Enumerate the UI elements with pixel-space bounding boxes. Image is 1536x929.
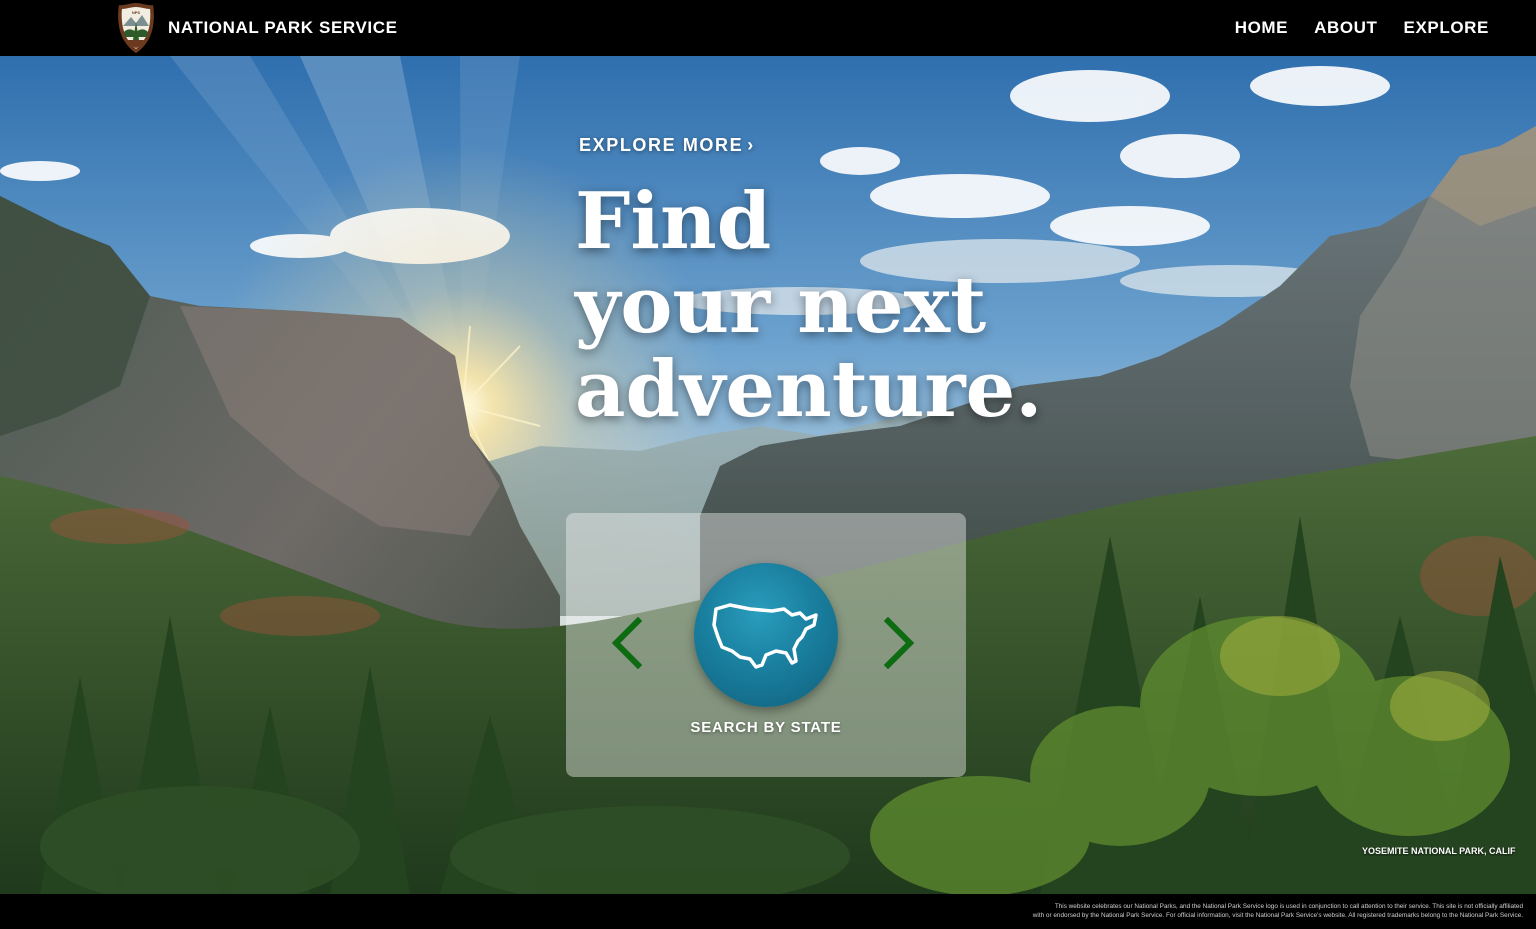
footer-disclaimer-line-1: This website celebrates our National Par… xyxy=(1054,903,1523,910)
footer-disclaimer-line-2: with or endorsed by the National Park Se… xyxy=(1032,912,1523,919)
nps-arrowhead-logo-icon: NPS xyxy=(118,3,154,53)
nav-home-link[interactable]: HOME xyxy=(1235,18,1288,38)
explore-more-label: EXPLORE MORE xyxy=(579,135,744,155)
us-map-icon xyxy=(712,603,818,669)
photo-caption: YOSEMITE NATIONAL PARK, CALIF xyxy=(1362,846,1516,856)
top-nav-bar: NPS NATIONAL PARK SERVICE HOME ABOUT EXP… xyxy=(0,0,1536,56)
main-nav: HOME ABOUT EXPLORE xyxy=(1209,0,1489,56)
hero-headline: Find your next adventure. xyxy=(575,180,1095,432)
nav-about-link[interactable]: ABOUT xyxy=(1314,18,1377,38)
search-card: SEARCH BY STATE xyxy=(566,513,966,777)
svg-text:NPS: NPS xyxy=(132,10,141,15)
search-by-state-label[interactable]: SEARCH BY STATE xyxy=(566,719,966,736)
headline-line-2: your next xyxy=(575,260,987,351)
headline-line-3: adventure. xyxy=(575,344,1043,435)
chevron-right-icon: › xyxy=(747,135,755,155)
nav-explore-link[interactable]: EXPLORE xyxy=(1404,18,1489,38)
explore-more-link[interactable]: EXPLORE MORE › xyxy=(579,135,755,156)
brand[interactable]: NPS NATIONAL PARK SERVICE xyxy=(116,2,398,54)
footer-disclaimer: This website celebrates our National Par… xyxy=(883,902,1523,920)
brand-name: NATIONAL PARK SERVICE xyxy=(168,18,398,37)
chevron-left-icon[interactable] xyxy=(608,617,644,669)
footer: This website celebrates our National Par… xyxy=(0,894,1536,929)
headline-line-1: Find xyxy=(575,176,772,267)
hero-section: EXPLORE MORE › Find your next adventure. … xyxy=(0,56,1536,894)
chevron-right-icon[interactable] xyxy=(882,617,918,669)
search-by-state-button[interactable] xyxy=(694,563,838,707)
